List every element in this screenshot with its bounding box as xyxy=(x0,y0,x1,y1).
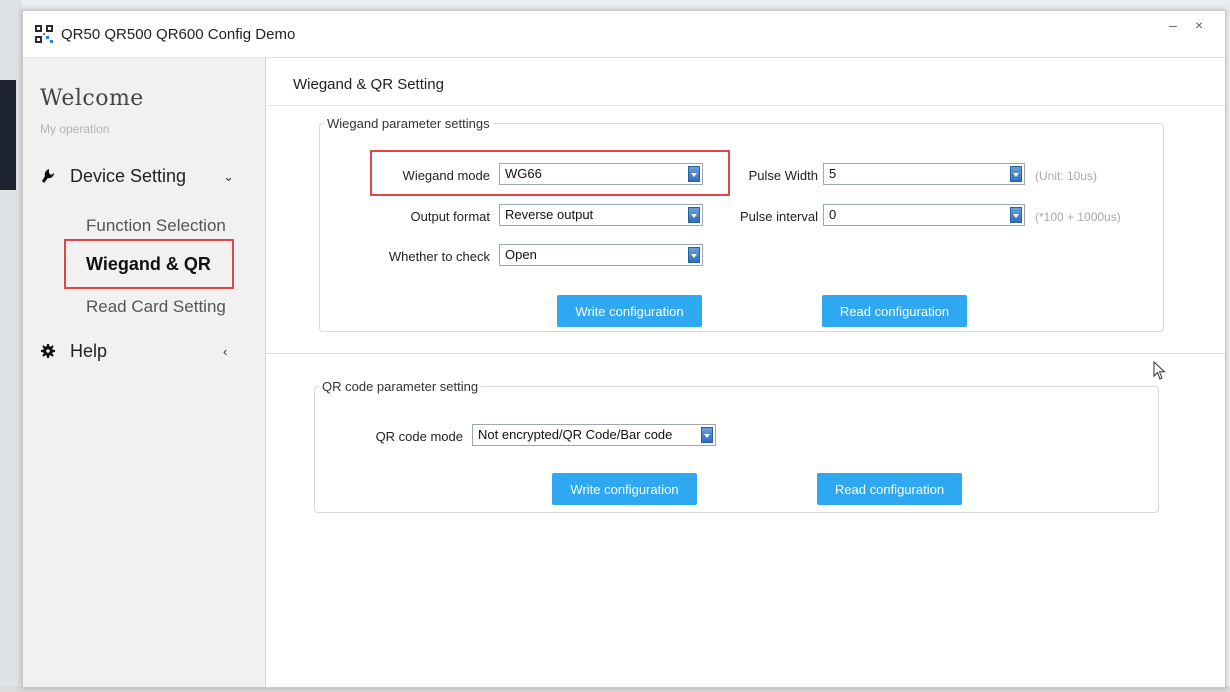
qr-mode-value: Not encrypted/QR Code/Bar code xyxy=(478,427,673,442)
qr-mode-label: QR code mode xyxy=(375,429,463,444)
check-label: Whether to check xyxy=(388,249,490,264)
dropdown-arrow-icon[interactable] xyxy=(1010,207,1022,223)
pulse-interval-unit: (*100 + 1000us) xyxy=(1035,210,1121,224)
wiegand-settings-group: Wiegand parameter settings xyxy=(319,116,1164,332)
minimize-button[interactable]: – xyxy=(1169,17,1177,33)
dropdown-arrow-icon[interactable] xyxy=(701,427,713,443)
pulse-width-select[interactable]: 5 xyxy=(823,163,1025,185)
main-panel: Wiegand & QR Setting Wiegand parameter s… xyxy=(266,58,1225,687)
wiegand-read-config-button[interactable]: Read configuration xyxy=(822,295,967,327)
sidebar-subtitle: My operation xyxy=(40,122,110,136)
close-button[interactable]: × xyxy=(1195,17,1203,33)
nav-group-label: Device Setting xyxy=(70,166,187,186)
page-title: Wiegand & QR Setting xyxy=(293,76,444,93)
dropdown-arrow-icon[interactable] xyxy=(688,247,700,263)
pulse-width-label: Pulse Width xyxy=(748,168,818,183)
check-select[interactable]: Open xyxy=(499,244,703,266)
output-format-select[interactable]: Reverse output xyxy=(499,204,703,226)
title-divider xyxy=(266,105,1225,106)
device-setting-icon xyxy=(42,169,54,183)
qr-read-config-button[interactable]: Read configuration xyxy=(817,473,962,505)
sidebar-item-function-selection[interactable]: Function Selection xyxy=(86,216,226,236)
pulse-interval-label: Pulse interval xyxy=(739,209,818,224)
sidebar: Welcome My operation Device Setting ⌄ Fu… xyxy=(23,58,266,687)
window-title: QR50 QR500 QR600 Config Demo xyxy=(61,26,296,43)
app-window: QR50 QR500 QR600 Config Demo – × Welcome… xyxy=(22,10,1226,688)
output-format-value: Reverse output xyxy=(505,207,594,222)
output-format-label: Output format xyxy=(410,209,490,224)
pulse-interval-value: 0 xyxy=(829,207,837,222)
welcome-heading: Welcome xyxy=(40,86,144,111)
qr-settings-group: QR code parameter setting xyxy=(314,379,1159,513)
qr-settings-legend: QR code parameter setting xyxy=(322,379,479,394)
qr-mode-select[interactable]: Not encrypted/QR Code/Bar code xyxy=(472,424,716,446)
wiegand-write-config-button[interactable]: Write configuration xyxy=(557,295,702,327)
chevron-down-icon: ⌄ xyxy=(223,169,234,184)
pulse-interval-select[interactable]: 0 xyxy=(823,204,1025,226)
qr-write-config-button[interactable]: Write configuration xyxy=(552,473,697,505)
dropdown-arrow-icon[interactable] xyxy=(1010,166,1022,182)
background-strip-left xyxy=(0,0,22,692)
sidebar-item-read-card-setting[interactable]: Read Card Setting xyxy=(86,297,226,317)
check-value: Open xyxy=(505,247,537,262)
nav-group-label: Help xyxy=(70,341,108,361)
highlight-box-sidebar xyxy=(64,239,234,289)
nav-group-help[interactable]: Help ‹ xyxy=(40,341,227,362)
title-bar[interactable]: QR50 QR500 QR600 Config Demo – × xyxy=(23,11,1225,58)
mouse-pointer-icon xyxy=(1153,361,1166,380)
section-divider xyxy=(266,353,1225,354)
wiegand-settings-legend: Wiegand parameter settings xyxy=(327,116,490,131)
pulse-width-unit: (Unit: 10us) xyxy=(1035,169,1098,183)
highlight-box-wiegand-mode xyxy=(370,150,730,196)
chevron-left-icon: ‹ xyxy=(223,344,228,359)
dropdown-arrow-icon[interactable] xyxy=(688,207,700,223)
pulse-width-value: 5 xyxy=(829,166,837,181)
background-dark-patch xyxy=(0,80,16,190)
nav-group-device-setting[interactable]: Device Setting ⌄ xyxy=(40,166,234,187)
qr-app-icon xyxy=(35,25,53,43)
help-gear-icon xyxy=(41,344,55,358)
